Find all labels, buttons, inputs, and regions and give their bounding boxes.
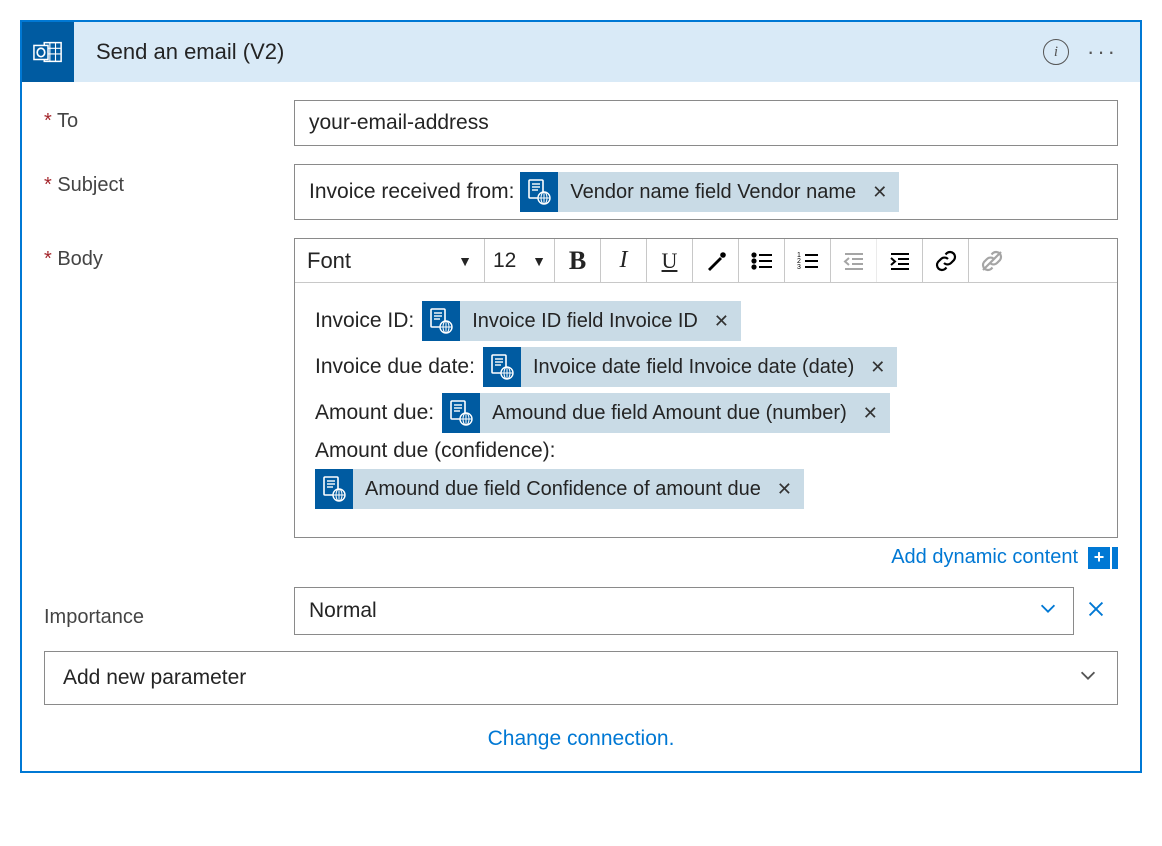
rich-text-editor: Font▼ 12▼ B I U [294,238,1118,538]
body-line: Amound due field Confidence of amount du… [315,469,1097,509]
chevron-down-icon [1077,664,1099,692]
body-text: Amount due (confidence): [315,439,555,463]
token-amount-due[interactable]: Amound due field Amount due (number) ✕ [442,393,890,433]
dynamic-content-bar: Add dynamic content + [294,546,1118,569]
token-remove-icon[interactable]: ✕ [859,403,890,424]
importance-label: Importance [44,594,294,629]
dynamic-content-icon [442,393,480,433]
body-text: Invoice due date: [315,355,475,379]
font-size-select[interactable]: 12▼ [485,239,555,283]
body-line: Invoice due date: Invoice date field Inv… [315,347,1097,387]
dynamic-content-icon [422,301,460,341]
token-label: Invoice ID field Invoice ID [460,310,710,333]
editor-body[interactable]: Invoice ID: Invoice ID field Invoice ID … [295,283,1117,537]
to-value: your-email-address [309,111,489,135]
token-amount-due-confidence[interactable]: Amound due field Confidence of amount du… [315,469,804,509]
token-remove-icon[interactable]: ✕ [868,182,899,203]
info-icon[interactable]: i [1043,39,1069,65]
dynamic-content-icon [483,347,521,387]
outlook-icon [22,22,74,82]
body-line: Invoice ID: Invoice ID field Invoice ID … [315,301,1097,341]
subject-input[interactable]: Invoice received from: Vendor name field… [294,164,1118,220]
to-input[interactable]: your-email-address [294,100,1118,146]
token-label: Invoice date field Invoice date (date) [521,356,866,379]
font-select[interactable]: Font▼ [295,239,485,283]
underline-button[interactable]: U [647,239,693,283]
row-to: To your-email-address [44,100,1118,146]
color-picker-button[interactable] [693,239,739,283]
bullet-list-button[interactable] [739,239,785,283]
unlink-button [969,239,1015,283]
card-header: Send an email (V2) i ··· [22,22,1140,82]
add-parameter-select[interactable]: Add new parameter [44,651,1118,705]
token-invoice-date[interactable]: Invoice date field Invoice date (date) ✕ [483,347,897,387]
importance-value: Normal [309,599,377,623]
row-importance: Importance Normal [44,587,1118,635]
token-invoice-id[interactable]: Invoice ID field Invoice ID ✕ [422,301,741,341]
subject-label: Subject [44,164,294,197]
card-title: Send an email (V2) [74,39,1043,65]
token-label: Amound due field Confidence of amount du… [353,478,773,501]
dynamic-content-icon [315,469,353,509]
remove-parameter-button[interactable] [1074,598,1118,625]
dynamic-content-icon [520,172,558,212]
editor-toolbar: Font▼ 12▼ B I U [295,239,1117,283]
bold-button[interactable]: B [555,239,601,283]
body-line: Amount due: Amound due field Amount due … [315,393,1097,433]
add-dynamic-content-icon[interactable]: + [1088,547,1118,569]
token-label: Vendor name field Vendor name [558,181,868,204]
to-label: To [44,100,294,133]
numbered-list-button[interactable]: 1 2 3 [785,239,831,283]
body-line: Amount due (confidence): [315,439,1097,463]
action-card: Send an email (V2) i ··· To your-email-a… [20,20,1142,773]
change-connection-link[interactable]: Change connection. [488,727,675,750]
header-actions: i ··· [1043,39,1140,65]
change-connection: Change connection. [44,727,1118,751]
subject-text: Invoice received from: [309,180,514,204]
importance-select[interactable]: Normal [294,587,1074,635]
body-text: Invoice ID: [315,309,414,333]
add-parameter-label: Add new parameter [63,666,246,690]
indent-button[interactable] [877,239,923,283]
card-body: To your-email-address Subject Invoice re… [22,82,1140,771]
outdent-button [831,239,877,283]
chevron-down-icon [1037,597,1059,625]
italic-button[interactable]: I [601,239,647,283]
svg-text:3: 3 [797,264,801,271]
token-remove-icon[interactable]: ✕ [773,479,804,500]
link-button[interactable] [923,239,969,283]
token-remove-icon[interactable]: ✕ [866,357,897,378]
more-menu-icon[interactable]: ··· [1087,41,1118,63]
token-label: Amound due field Amount due (number) [480,402,859,425]
body-text: Amount due: [315,401,434,425]
token-remove-icon[interactable]: ✕ [710,311,741,332]
add-dynamic-content-link[interactable]: Add dynamic content [891,546,1078,569]
token-vendor-name[interactable]: Vendor name field Vendor name ✕ [520,172,899,212]
row-body: Body Font▼ 12▼ B I U [44,238,1118,569]
body-label: Body [44,238,294,271]
row-subject: Subject Invoice received from: Vendor na… [44,164,1118,220]
